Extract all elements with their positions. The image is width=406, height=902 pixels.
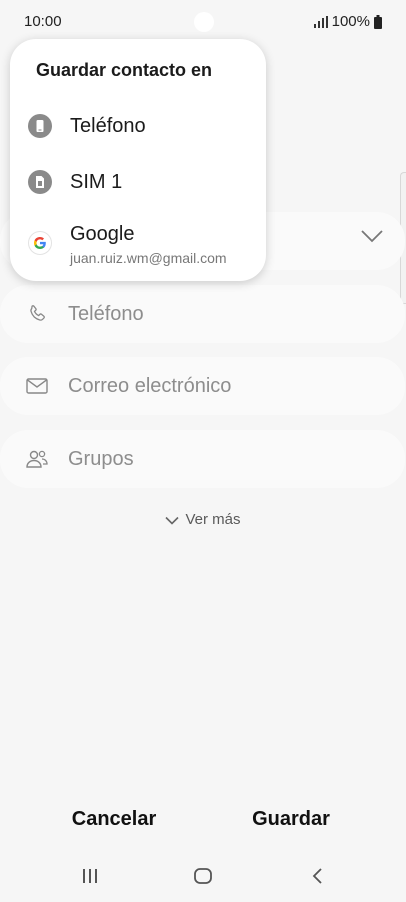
chevron-down-icon[interactable] xyxy=(361,229,383,248)
save-contact-location-popup: Guardar contacto en Teléfono SIM 1 Googl… xyxy=(10,39,266,281)
popup-item-sim[interactable]: SIM 1 xyxy=(10,165,266,199)
google-account-email: juan.ruiz.wm@gmail.com xyxy=(70,250,227,266)
popup-item-google[interactable]: Google juan.ruiz.wm@gmail.com xyxy=(10,223,266,269)
back-icon[interactable] xyxy=(309,866,327,891)
email-field-label: Correo electrónico xyxy=(68,374,232,397)
camera-cutout xyxy=(194,12,214,32)
navigation-bar xyxy=(0,860,406,896)
show-more-label: Ver más xyxy=(185,511,241,528)
popup-item-google-label: Google xyxy=(70,223,135,245)
phone-device-icon xyxy=(28,114,52,138)
phone-field[interactable]: Teléfono xyxy=(0,285,405,343)
phone-field-label: Teléfono xyxy=(68,302,144,325)
email-field[interactable]: Correo electrónico xyxy=(0,357,405,415)
popup-title: Guardar contacto en xyxy=(36,60,213,80)
show-more-button[interactable]: Ver más xyxy=(0,511,406,529)
screen: 10:00 100% Teléfono Correo electrónico G… xyxy=(0,0,406,902)
battery-icon xyxy=(374,14,382,29)
signal-icon xyxy=(313,15,328,28)
groups-field[interactable]: Grupos xyxy=(0,430,405,488)
phone-icon xyxy=(25,302,49,326)
battery-percent: 100% xyxy=(331,13,370,30)
status-time: 10:00 xyxy=(24,13,62,30)
status-bar: 10:00 100% xyxy=(0,0,406,44)
chevron-down-small-icon xyxy=(165,512,180,529)
groups-icon xyxy=(25,447,49,471)
groups-field-label: Grupos xyxy=(68,447,134,470)
status-indicators: 100% xyxy=(313,13,382,30)
google-icon xyxy=(28,231,52,255)
save-button[interactable]: Guardar xyxy=(221,808,361,831)
cancel-button[interactable]: Cancelar xyxy=(44,808,184,831)
popup-item-phone-label: Teléfono xyxy=(70,114,146,137)
popup-item-sim-label: SIM 1 xyxy=(70,170,123,193)
recent-apps-icon[interactable] xyxy=(80,866,100,891)
popup-item-phone[interactable]: Teléfono xyxy=(10,109,266,143)
email-icon xyxy=(25,374,49,398)
sim-card-icon xyxy=(28,170,52,194)
home-icon[interactable] xyxy=(193,866,213,891)
